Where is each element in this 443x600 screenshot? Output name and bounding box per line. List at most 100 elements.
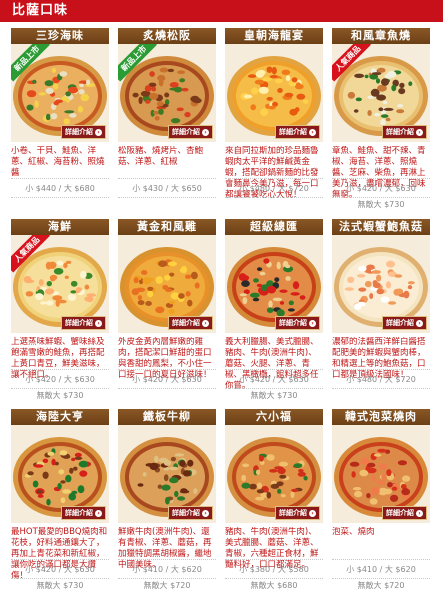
- pizza-card: 炙燒松阪 新品上市 詳細介紹 › 松阪豬、燒烤片、杏鮑菇、洋蔥、紅椒小 $430 / 大…: [118, 28, 216, 210]
- detail-button[interactable]: 詳細介紹 ›: [382, 316, 427, 330]
- detail-button-label: 詳細介紹: [65, 509, 93, 517]
- detail-button-label: 詳細介紹: [65, 319, 93, 327]
- divider: [225, 388, 323, 389]
- pizza-card: 皇朝海龍宴 詳細介紹 › 來自同拉斯加的珍品麵魯蝦肉太平洋的鮮鹹黃金蝦，搭配卻鍋新麵的…: [225, 28, 323, 210]
- pizza-photo[interactable]: 詳細介紹 ›: [225, 235, 323, 333]
- price-extra-large: 無敵大 $680: [250, 581, 298, 590]
- price-small-large: 小 $420 / 大 $630: [132, 375, 202, 384]
- price-extra-large: 無敵大 $720: [357, 581, 405, 590]
- divider: [118, 559, 216, 560]
- detail-button-label: 詳細介紹: [279, 128, 307, 136]
- pizza-card: 黃金和風雞 詳細介紹 › 外皮金黃內層鮮嫩的雞肉，搭配潔口鮮甜的蛋口與香甜的鳳梨，不小…: [118, 219, 216, 401]
- detail-button[interactable]: 詳細介紹 ›: [382, 506, 427, 520]
- divider: [11, 197, 109, 198]
- pizza-photo[interactable]: 詳細介紹 ›: [332, 425, 430, 523]
- divider: [118, 178, 216, 179]
- pizza-photo[interactable]: 詳細介紹 ›: [11, 425, 109, 523]
- pizza-card: 六小福 詳細介紹 › 豬肉、牛肉(澳洲牛肉)、美式臘腸、蘑菇、洋蔥、青椒，六種超正食材…: [225, 409, 323, 591]
- pizza-photo[interactable]: 詳細介紹 ›: [118, 235, 216, 333]
- price-small-large: 小 $420 / 大 $630: [239, 375, 309, 384]
- arrow-right-icon: ›: [309, 510, 316, 517]
- pizza-name: 海鮮: [11, 219, 109, 239]
- divider: [11, 388, 109, 389]
- detail-button[interactable]: 詳細介紹 ›: [275, 125, 320, 139]
- arrow-right-icon: ›: [202, 129, 209, 136]
- price-small-large: 小 $380 / 大 $580: [239, 565, 309, 574]
- detail-button[interactable]: 詳細介紹 ›: [61, 316, 106, 330]
- arrow-right-icon: ›: [416, 320, 423, 327]
- detail-button[interactable]: 詳細介紹 ›: [168, 316, 213, 330]
- divider: [225, 559, 323, 560]
- arrow-right-icon: ›: [202, 320, 209, 327]
- detail-button[interactable]: 詳細介紹 ›: [61, 506, 106, 520]
- divider: [11, 559, 109, 560]
- price-extra-large: 無敵大 $720: [143, 581, 191, 590]
- divider: [332, 178, 430, 179]
- detail-button-label: 詳細介紹: [386, 128, 414, 136]
- price-extra-large: 無敵大 $730: [357, 200, 405, 209]
- pizza-photo[interactable]: 詳細介紹 ›: [225, 44, 323, 142]
- detail-button[interactable]: 詳細介紹 ›: [275, 506, 320, 520]
- pizza-name: 海陸大亨: [11, 409, 109, 429]
- detail-button[interactable]: 詳細介紹 ›: [168, 506, 213, 520]
- divider: [118, 369, 216, 370]
- price-small-large: 小 $480 / 大 $720: [346, 375, 416, 384]
- divider: [332, 388, 430, 389]
- arrow-right-icon: ›: [416, 510, 423, 517]
- pizza-photo[interactable]: 詳細介紹 ›: [118, 425, 216, 523]
- divider: [332, 578, 430, 579]
- pizza-photo[interactable]: 新品上市 詳細介紹 ›: [118, 44, 216, 142]
- pizza-photo[interactable]: 詳細介紹 ›: [225, 425, 323, 523]
- divider: [332, 559, 430, 560]
- pizza-photo[interactable]: 新品上市 詳細介紹 ›: [11, 44, 109, 142]
- pizza-name: 黃金和風雞: [118, 219, 216, 239]
- detail-button-label: 詳細介紹: [172, 128, 200, 136]
- price-extra-large: 無敵大 $730: [250, 391, 298, 400]
- pizza-photo[interactable]: 人氣商品 詳細介紹 ›: [332, 44, 430, 142]
- arrow-right-icon: ›: [416, 129, 423, 136]
- price-small-large: 小 $420 / 大 $630: [25, 565, 95, 574]
- divider: [11, 578, 109, 579]
- pizza-card: 法式蝦蟹鮑魚菇 詳細介紹 › 濃郁的法醬西洋鮮白醬搭配肥美的鮮蝦與蟹肉棒，和精選上等的…: [332, 219, 430, 401]
- arrow-right-icon: ›: [95, 510, 102, 517]
- pizza-grid: 三珍海味 新品上市 詳細介紹 › 小卷、干貝、鮭魚、洋蔥、紅椒、海苔粉、照燒醬小 $44…: [0, 0, 443, 600]
- arrow-right-icon: ›: [95, 320, 102, 327]
- divider: [332, 197, 430, 198]
- price-small-large: 小 $440 / 大 $680: [25, 184, 95, 193]
- pizza-photo[interactable]: 人氣商品 詳細介紹 ›: [11, 235, 109, 333]
- detail-button-label: 詳細介紹: [386, 509, 414, 517]
- pizza-card: 和風章魚燒 人氣商品 詳細介紹 › 章魚、鮭魚、甜不辣、青椒、海苔、洋蔥、照燒醬、芝麻、…: [332, 28, 430, 210]
- detail-button-label: 詳細介紹: [172, 509, 200, 517]
- divider: [11, 178, 109, 179]
- pizza-name: 法式蝦蟹鮑魚菇: [332, 219, 430, 239]
- pizza-name: 超級總匯: [225, 219, 323, 239]
- pizza-card: 超級總匯 詳細介紹 › 義大利臘腸、美式臘腸、豬肉、牛肉(澳洲牛肉)、蘑菇、火腿、洋蔥…: [225, 219, 323, 401]
- arrow-right-icon: ›: [309, 320, 316, 327]
- pizza-name: 鐵板牛柳: [118, 409, 216, 429]
- pizza-name: 六小福: [225, 409, 323, 429]
- arrow-right-icon: ›: [95, 129, 102, 136]
- detail-button[interactable]: 詳細介紹 ›: [275, 316, 320, 330]
- pizza-card: 三珍海味 新品上市 詳細介紹 › 小卷、干貝、鮭魚、洋蔥、紅椒、海苔粉、照燒醬小 $44…: [11, 28, 109, 210]
- pizza-name: 皇朝海龍宴: [225, 28, 323, 48]
- pizza-card: 鐵板牛柳 詳細介紹 › 鮮嫩牛肉(澳洲牛肉)、還有青椒、洋蔥、蘑菇，再加獵特調黑胡椒醬…: [118, 409, 216, 591]
- detail-button[interactable]: 詳細介紹 ›: [382, 125, 427, 139]
- price-extra-large: 無敵大 $730: [36, 391, 84, 400]
- detail-button-label: 詳細介紹: [279, 509, 307, 517]
- detail-button[interactable]: 詳細介紹 ›: [61, 125, 106, 139]
- divider: [225, 197, 323, 198]
- divider: [11, 369, 109, 370]
- divider: [332, 369, 430, 370]
- pizza-card: 海鮮 人氣商品 詳細介紹 › 上選蒸味鮮蝦、蟹味絲及飽滿雪嫩的鮭魚，再搭配上黃口青豆，鮮…: [11, 219, 109, 401]
- price-extra-large: 無敵大 $730: [36, 581, 84, 590]
- divider: [118, 578, 216, 579]
- detail-button-label: 詳細介紹: [172, 319, 200, 327]
- divider: [118, 388, 216, 389]
- divider: [225, 178, 323, 179]
- detail-button-label: 詳細介紹: [65, 128, 93, 136]
- divider: [225, 369, 323, 370]
- price-small-large: 小 $430 / 大 $650: [132, 184, 202, 193]
- detail-button[interactable]: 詳細介紹 ›: [168, 125, 213, 139]
- price-small-large: 小 $410 / 大 $620: [346, 565, 416, 574]
- pizza-photo[interactable]: 詳細介紹 ›: [332, 235, 430, 333]
